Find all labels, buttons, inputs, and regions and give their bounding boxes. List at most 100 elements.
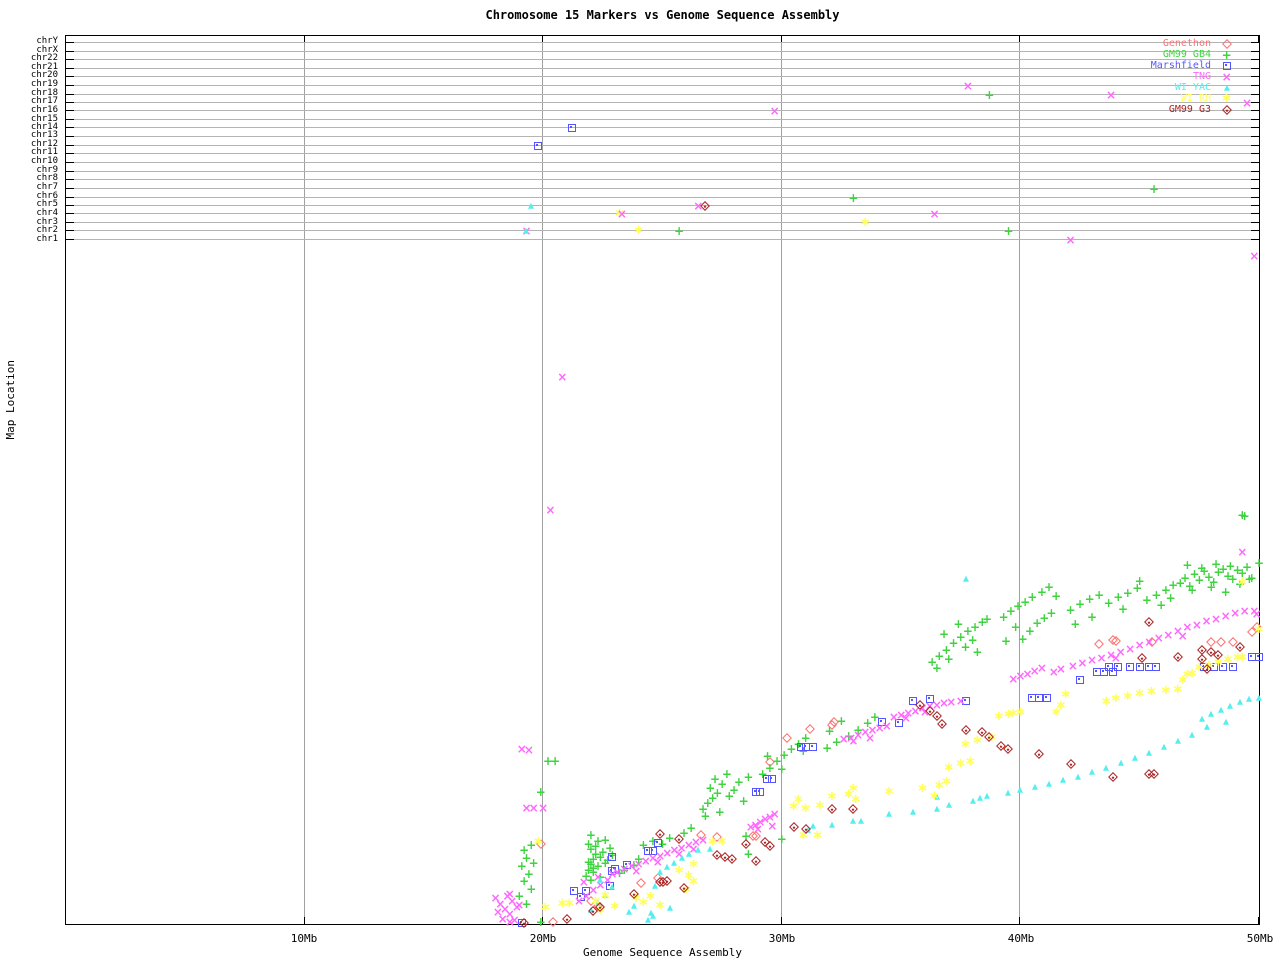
data-point-tng: ×: [1252, 609, 1262, 619]
data-point-tng: ×: [688, 844, 698, 854]
data-point-tng: ×: [698, 835, 708, 845]
legend-label: Genethon: [1163, 38, 1211, 49]
data-point-wi-yac: [1223, 718, 1229, 724]
data-point-gm99-g3: [937, 719, 947, 729]
data-point-marshfield: [1219, 663, 1227, 671]
data-point-gm99-g3: [655, 829, 665, 839]
data-point-gm99-gb4: +: [1132, 583, 1142, 593]
data-point-tng: ×: [1201, 616, 1211, 626]
data-point-gm99-gb4: +: [822, 743, 832, 753]
data-point-gm99-gb4: +: [1228, 574, 1238, 584]
data-point-tng: ×: [1049, 667, 1059, 677]
legend-marker-glyph: [1223, 62, 1231, 70]
data-point-marshfield: [895, 719, 903, 727]
data-point-tng: ×: [1240, 606, 1250, 616]
data-point-wi-rh: ∗: [993, 712, 1004, 722]
data-point-genethon: [748, 831, 758, 841]
data-point-genethon: [586, 896, 596, 906]
data-point-tng: ×: [648, 853, 658, 863]
data-point-tng: ×: [751, 820, 761, 830]
data-point-wi-yac: [1089, 769, 1095, 775]
data-point-marshfield: [763, 775, 771, 783]
data-point-tng: ×: [1173, 626, 1183, 636]
chromosome-line-chr13: [66, 136, 1259, 137]
data-point-genethon: [593, 901, 603, 911]
data-point-gm99-gb4: +: [927, 657, 937, 667]
data-point-wi-yac: [1146, 749, 1152, 755]
data-point-gm99-gb4: +: [972, 647, 982, 657]
chromosome-hit-chr14: [568, 124, 576, 132]
data-point-gm99-g3: [588, 906, 598, 916]
chromosome-line-chr11: [66, 153, 1259, 154]
data-point-marshfield: [926, 695, 934, 703]
data-point-wi-rh: ∗: [800, 804, 811, 814]
chromosome-hit-chr5: ×: [693, 201, 703, 211]
legend-marker-glyph: ∗: [1221, 94, 1232, 104]
data-point-gm99-g3: [1197, 645, 1207, 655]
data-point-tng: ×: [846, 733, 856, 743]
data-point-genethon: [1111, 636, 1121, 646]
data-point-wi-rh: ∗: [1160, 686, 1171, 696]
x-tick-20Mb-bot: [542, 917, 543, 924]
data-point-tng: ×: [579, 877, 589, 887]
data-point-wi-rh: ∗: [1146, 687, 1157, 697]
data-point-gm99-gb4: +: [734, 777, 744, 787]
data-point-tng: ×: [641, 856, 651, 866]
data-point-marshfield: [577, 893, 585, 901]
data-point-genethon: [548, 917, 558, 927]
data-point-tng: ×: [1106, 650, 1116, 660]
legend-item-gm99-g3: GM99 G3: [1151, 104, 1237, 115]
data-point-wi-rh: ∗: [941, 777, 952, 787]
chromosome-hit-chr2: ∗: [633, 226, 644, 236]
data-point-tng: ×: [593, 872, 603, 882]
data-point-gm99-gb4: +: [1175, 578, 1185, 588]
data-point-gm99-gb4: +: [1204, 572, 1214, 582]
data-point-marshfield: [570, 887, 578, 895]
data-point-gm99-gb4: +: [777, 834, 787, 844]
data-point-gm99-g3: [1235, 642, 1245, 652]
data-point-wi-rh: ∗: [609, 902, 620, 912]
chromosome-line-chr20: [66, 76, 1259, 77]
data-point-tng: ×: [901, 713, 911, 723]
data-point-gm99-gb4: +: [526, 884, 536, 894]
chromosome-line-chr7: [66, 188, 1259, 189]
x-tick-label: 50Mb: [1247, 932, 1274, 945]
data-point-gm99-gb4: +: [793, 739, 803, 749]
data-point-tng: ×: [889, 712, 899, 722]
data-point-tng: ×: [490, 893, 500, 903]
data-point-tng: ×: [867, 725, 877, 735]
data-point-gm99-gb4: +: [1223, 571, 1233, 581]
data-point-wi-rh: ∗: [1187, 669, 1198, 679]
data-point-gm99-gb4: +: [600, 858, 610, 868]
data-point-gm99-g3: [519, 918, 529, 928]
data-point-wi-rh: ∗: [1056, 701, 1067, 711]
legend-marker: ∗: [1211, 93, 1237, 104]
data-point-marshfield: [611, 865, 619, 873]
data-point-gm99-gb4: +: [1242, 562, 1252, 572]
data-point-gm99-gb4: +: [729, 785, 739, 795]
legend-marker-glyph: [1224, 84, 1230, 90]
data-point-gm99-gb4: +: [982, 614, 992, 624]
legend-item-wi-yac: WI YAC: [1151, 82, 1237, 93]
data-point-tng: ×: [956, 696, 966, 706]
data-point-wi-yac: [1189, 732, 1195, 738]
data-point-gm99-gb4: +: [977, 617, 987, 627]
chart-title: Chromosome 15 Markers vs Genome Sequence…: [65, 8, 1260, 22]
data-point-tng: ×: [655, 851, 665, 861]
data-point-gm99-gb4: +: [1025, 626, 1035, 636]
data-point-wi-rh: ∗: [645, 892, 656, 902]
data-point-wi-yac: [1060, 777, 1066, 783]
data-point-gm99-gb4: +: [588, 854, 598, 864]
data-point-tng: ×: [746, 822, 756, 832]
data-point-gm99-gb4: +: [953, 619, 963, 629]
data-point-wi-rh: ∗: [934, 781, 945, 791]
data-point-wi-rh: ∗: [1060, 690, 1071, 700]
data-point-wi-rh: ∗: [688, 860, 699, 870]
data-point-gm99-gb4: +: [1225, 561, 1235, 571]
data-point-tng: ×: [626, 861, 636, 871]
data-point-wi-yac: [829, 821, 835, 827]
data-point-gm99-gb4: +: [584, 865, 594, 875]
data-point-wi-yac: [810, 823, 816, 829]
data-point-gm99-gb4: +: [665, 833, 675, 843]
data-point-marshfield: [1076, 676, 1084, 684]
